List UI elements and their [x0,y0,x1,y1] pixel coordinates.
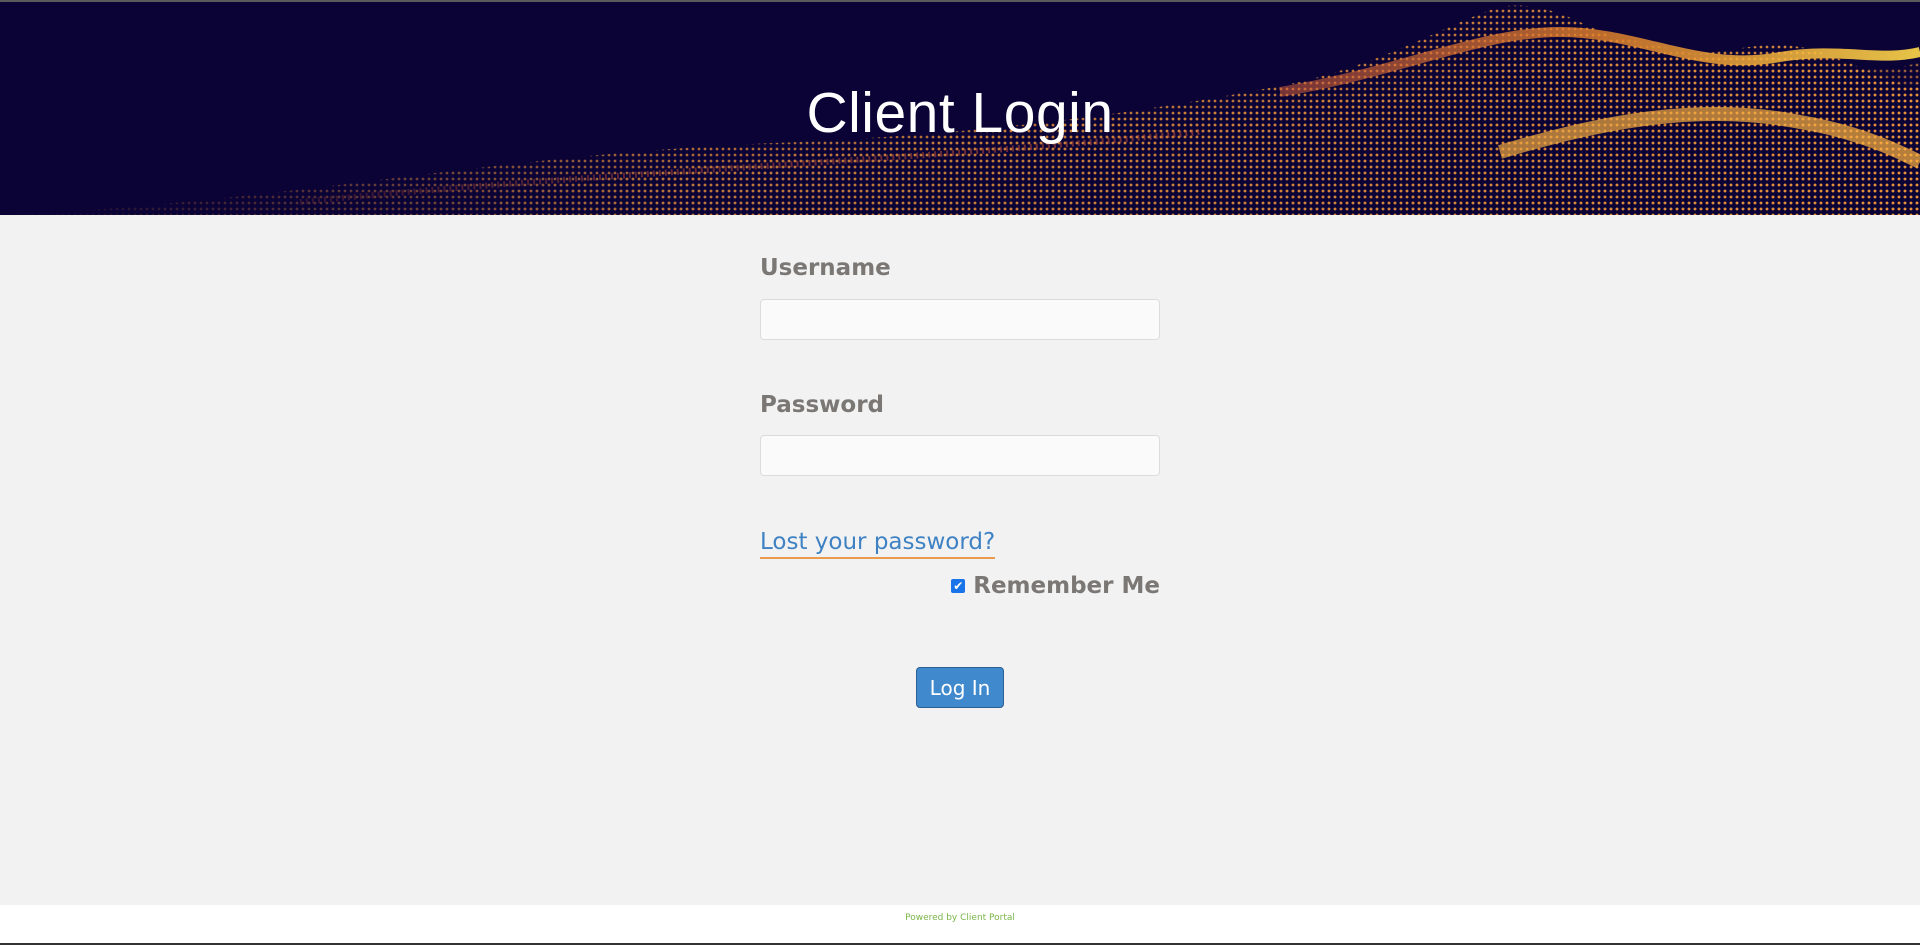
header-banner: Client Login [0,2,1920,215]
remember-me-checkbox[interactable]: ✔ [951,579,966,593]
login-panel: Username Password Lost your password? ✔ … [0,215,1920,905]
remember-me: ✔ Remember Me [951,573,1160,599]
check-icon: ✔ [953,579,964,593]
username-input[interactable] [760,299,1160,340]
footer: Powered by Client Portal [0,905,1920,943]
password-input[interactable] [760,435,1160,476]
login-button[interactable]: Log In [916,667,1004,708]
password-label: Password [760,392,884,418]
remember-me-label: Remember Me [973,573,1160,599]
page-title: Client Login [806,81,1114,145]
lost-password-link[interactable]: Lost your password? [760,528,996,559]
username-label: Username [760,255,891,281]
footer-text: Powered by Client Portal [905,913,1015,923]
